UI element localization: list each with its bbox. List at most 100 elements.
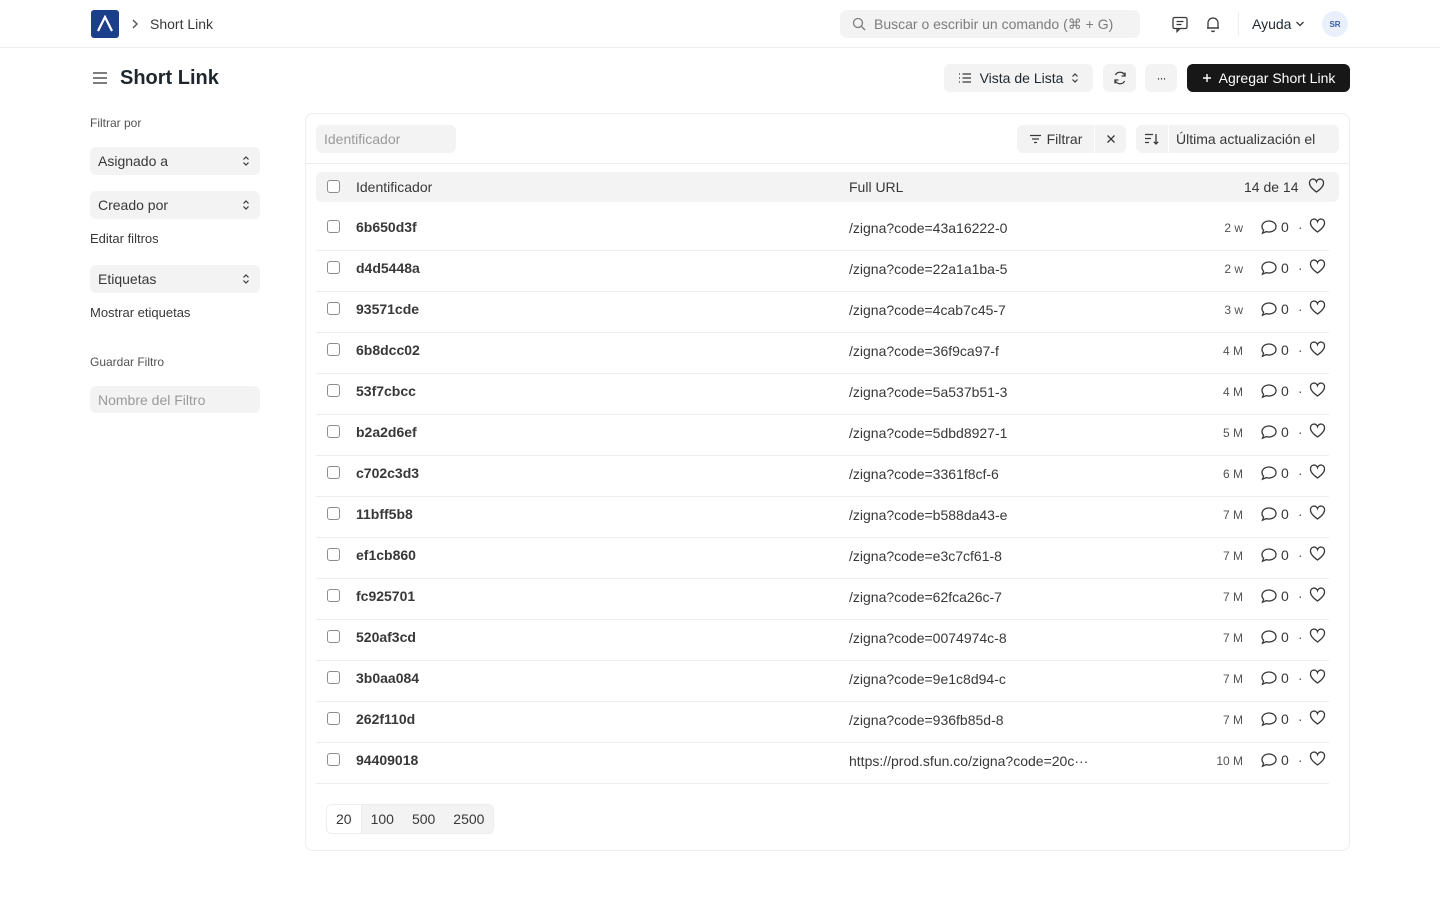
list-row[interactable]: d4d5448a/zigna?code=22a1a1ba-5 2 w 0 · xyxy=(316,251,1329,292)
page-title: Short Link xyxy=(120,67,219,89)
row-identifier[interactable]: 6b8dcc02 xyxy=(356,342,420,358)
heart-icon[interactable] xyxy=(1309,218,1326,234)
page-size-500[interactable]: 500 xyxy=(403,805,444,833)
add-short-link-label: Agregar Short Link xyxy=(1218,70,1336,86)
list-row[interactable]: 262f110d/zigna?code=936fb85d-8 7 M 0 · xyxy=(316,702,1329,743)
row-checkbox[interactable] xyxy=(327,671,340,684)
row-modified-time: 5 M xyxy=(1222,426,1243,440)
row-identifier[interactable]: 3b0aa084 xyxy=(356,670,419,686)
row-identifier[interactable]: 94409018 xyxy=(356,752,418,768)
row-identifier[interactable]: 6b650d3f xyxy=(356,219,417,235)
row-modified-time: 6 M xyxy=(1222,467,1243,481)
avatar[interactable]: SR xyxy=(1322,11,1348,37)
more-actions-button[interactable]: ··· xyxy=(1145,64,1177,92)
heart-icon[interactable] xyxy=(1309,464,1326,480)
row-identifier[interactable]: 93571cde xyxy=(356,301,419,317)
filter-button[interactable]: Filtrar xyxy=(1017,125,1094,153)
row-identifier[interactable]: b2a2d6ef xyxy=(356,424,417,440)
assigned-to-select[interactable]: Asignado a xyxy=(90,147,260,175)
created-by-select[interactable]: Creado por xyxy=(90,191,260,219)
heart-icon[interactable] xyxy=(1309,587,1326,603)
list-row[interactable]: c702c3d3/zigna?code=3361f8cf-6 6 M 0 · xyxy=(316,456,1329,497)
column-header-identifier[interactable]: Identificador xyxy=(356,179,432,195)
row-identifier[interactable]: fc925701 xyxy=(356,588,415,604)
sort-direction-button[interactable] xyxy=(1136,125,1168,153)
heart-icon[interactable] xyxy=(1309,382,1326,398)
row-identifier[interactable]: 262f110d xyxy=(356,711,415,727)
list-row[interactable]: 6b650d3f/zigna?code=43a16222-0 2 w 0 · xyxy=(316,210,1329,251)
updown-icon xyxy=(1072,73,1079,83)
row-identifier[interactable]: ef1cb860 xyxy=(356,547,416,563)
list-row[interactable]: fc925701/zigna?code=62fca26c-7 7 M 0 · xyxy=(316,579,1329,620)
search-input[interactable] xyxy=(874,16,1124,32)
row-checkbox[interactable] xyxy=(327,425,340,438)
page-size-selector: 20 100 500 2500 xyxy=(326,804,495,834)
row-checkbox[interactable] xyxy=(327,589,340,602)
list-row[interactable]: 520af3cd/zigna?code=0074974c-8 7 M 0 · xyxy=(316,620,1329,661)
list-row[interactable]: 6b8dcc02/zigna?code=36f9ca97-f 4 M 0 · xyxy=(316,333,1329,374)
column-header-full-url[interactable]: Full URL xyxy=(849,179,903,195)
heart-icon[interactable] xyxy=(1309,710,1326,726)
heart-icon[interactable] xyxy=(1309,505,1326,521)
row-identifier[interactable]: 520af3cd xyxy=(356,629,416,645)
comment-icon xyxy=(1261,261,1277,276)
row-checkbox[interactable] xyxy=(327,712,340,725)
row-checkbox[interactable] xyxy=(327,548,340,561)
row-identifier[interactable]: 53f7cbcc xyxy=(356,383,416,399)
identifier-filter-input[interactable] xyxy=(316,125,456,153)
row-checkbox[interactable] xyxy=(327,343,340,356)
heart-icon[interactable] xyxy=(1309,423,1326,439)
view-switcher-button[interactable]: Vista de Lista xyxy=(944,64,1093,92)
chat-icon[interactable] xyxy=(1170,14,1190,34)
page-size-20[interactable]: 20 xyxy=(327,805,362,833)
row-identifier[interactable]: c702c3d3 xyxy=(356,465,419,481)
show-tags-link[interactable]: Mostrar etiquetas xyxy=(90,305,190,321)
row-comment-count: 0 xyxy=(1281,670,1289,686)
list-row[interactable]: 94409018 https://prod.sfun.co/zigna?code=… xyxy=(316,743,1329,784)
row-checkbox[interactable] xyxy=(327,466,340,479)
row-identifier[interactable]: 11bff5b8 xyxy=(356,506,413,522)
row-checkbox[interactable] xyxy=(327,261,340,274)
list-row[interactable]: 53f7cbcc/zigna?code=5a537b51-3 4 M 0 · xyxy=(316,374,1329,415)
heart-icon[interactable] xyxy=(1309,628,1326,644)
list-row[interactable]: 11bff5b8/zigna?code=b588da43-e 7 M 0 · xyxy=(316,497,1329,538)
bell-icon[interactable] xyxy=(1203,14,1223,34)
row-checkbox[interactable] xyxy=(327,384,340,397)
select-all-checkbox[interactable] xyxy=(327,180,340,193)
heart-icon[interactable] xyxy=(1309,546,1326,562)
heart-icon[interactable] xyxy=(1309,300,1326,316)
clear-filter-button[interactable] xyxy=(1095,125,1126,153)
edit-filters-link[interactable]: Editar filtros xyxy=(90,231,159,247)
row-checkbox[interactable] xyxy=(327,302,340,315)
app-logo[interactable] xyxy=(91,10,119,38)
sort-field-button[interactable]: Última actualización el xyxy=(1169,125,1339,153)
list-row[interactable]: 93571cde/zigna?code=4cab7c45-7 3 w 0 · xyxy=(316,292,1329,333)
heart-icon[interactable] xyxy=(1309,751,1326,767)
tags-select[interactable]: Etiquetas xyxy=(90,265,260,293)
page-size-2500[interactable]: 2500 xyxy=(444,805,493,833)
heart-icon[interactable] xyxy=(1309,341,1326,357)
comment-icon xyxy=(1261,548,1277,563)
sidebar-toggle-icon[interactable] xyxy=(91,69,109,87)
search-bar[interactable] xyxy=(840,10,1140,38)
heart-icon[interactable] xyxy=(1308,178,1325,194)
help-dropdown[interactable]: Ayuda xyxy=(1252,15,1305,33)
heart-icon[interactable] xyxy=(1309,259,1326,275)
row-checkbox[interactable] xyxy=(327,220,340,233)
help-label: Ayuda xyxy=(1252,16,1292,32)
list-row[interactable]: ef1cb860/zigna?code=e3c7cf61-8 7 M 0 · xyxy=(316,538,1329,579)
add-short-link-button[interactable]: Agregar Short Link xyxy=(1187,64,1350,92)
filter-name-input[interactable] xyxy=(90,386,260,413)
row-comment-count: 0 xyxy=(1281,465,1289,481)
row-identifier[interactable]: d4d5448a xyxy=(356,260,420,276)
row-checkbox[interactable] xyxy=(327,507,340,520)
list-row[interactable]: 3b0aa084/zigna?code=9e1c8d94-c 7 M 0 · xyxy=(316,661,1329,702)
page-size-100[interactable]: 100 xyxy=(362,805,403,833)
row-checkbox[interactable] xyxy=(327,753,340,766)
refresh-button[interactable] xyxy=(1103,64,1136,92)
comment-icon xyxy=(1261,343,1277,358)
breadcrumb[interactable]: Short Link xyxy=(150,15,213,33)
list-row[interactable]: b2a2d6ef/zigna?code=5dbd8927-1 5 M 0 · xyxy=(316,415,1329,456)
row-checkbox[interactable] xyxy=(327,630,340,643)
heart-icon[interactable] xyxy=(1309,669,1326,685)
